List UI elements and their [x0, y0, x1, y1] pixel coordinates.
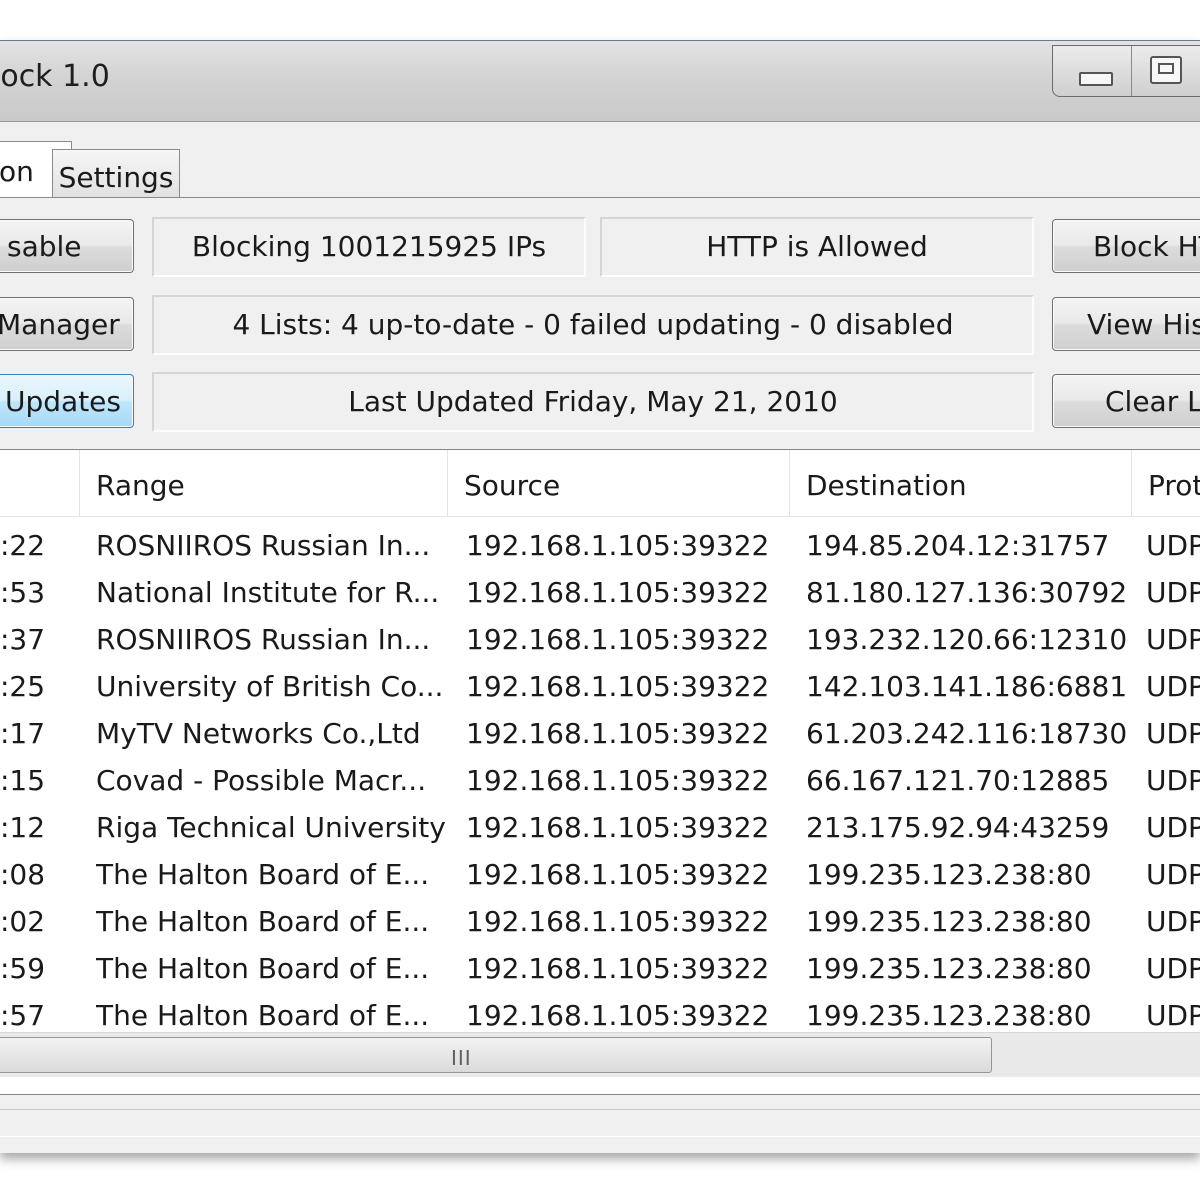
- table-row[interactable]: :02 The Halton Board of E... 192.168.1.1…: [0, 898, 1200, 945]
- destination-cell: 193.232.120.66:12310: [806, 623, 1128, 656]
- time-cell: :02: [0, 905, 46, 938]
- table-row[interactable]: :17 MyTV Networks Co.,Ltd 192.168.1.105:…: [0, 710, 1200, 757]
- destination-cell: 61.203.242.116:18730: [806, 717, 1128, 750]
- window-title: lock 1.0: [0, 59, 110, 94]
- scrollbar-thumb[interactable]: III: [0, 1037, 992, 1073]
- view-history-button[interactable]: View History: [1052, 297, 1200, 351]
- range-cell: MyTV Networks Co.,Ltd: [96, 717, 421, 750]
- column-header-destination[interactable]: Destination: [790, 450, 1132, 516]
- protocol-cell: UDP: [1146, 670, 1200, 703]
- column-header-range[interactable]: Range: [80, 450, 448, 516]
- protocol-cell: UDP: [1146, 529, 1200, 562]
- title-bar[interactable]: lock 1.0: [0, 41, 1200, 122]
- source-cell: 192.168.1.105:39322: [466, 811, 770, 844]
- range-cell: The Halton Board of E...: [96, 905, 430, 938]
- protocol-cell: UDP: [1146, 952, 1200, 985]
- protocol-cell: UDP: [1146, 764, 1200, 797]
- protocol-cell: UDP: [1146, 576, 1200, 609]
- clear-log-button[interactable]: Clear Log: [1052, 374, 1200, 428]
- source-cell: 192.168.1.105:39322: [466, 529, 770, 562]
- tab-panel-border: [0, 197, 1200, 198]
- range-cell: University of British Co...: [96, 670, 444, 703]
- table-row[interactable]: :08 The Halton Board of E... 192.168.1.1…: [0, 851, 1200, 898]
- block-http-button[interactable]: Block HTTP: [1052, 219, 1200, 273]
- lists-status: 4 Lists: 4 up-to-date - 0 failed updatin…: [152, 295, 1034, 355]
- source-cell: 192.168.1.105:39322: [466, 623, 770, 656]
- range-cell: The Halton Board of E...: [96, 858, 430, 891]
- range-cell: National Institute for R...: [96, 576, 440, 609]
- range-cell: ROSNIIROS Russian In...: [96, 623, 431, 656]
- table-row[interactable]: :53 National Institute for R... 192.168.…: [0, 569, 1200, 616]
- time-cell: :22: [0, 529, 46, 562]
- source-cell: 192.168.1.105:39322: [466, 576, 770, 609]
- destination-cell: 199.235.123.238:80: [806, 858, 1092, 891]
- tab-strip: on Settings: [0, 141, 1200, 198]
- disable-button[interactable]: sable: [0, 219, 134, 273]
- tab-settings[interactable]: Settings: [52, 149, 180, 198]
- destination-cell: 142.103.141.186:6881: [806, 670, 1128, 703]
- time-cell: :59: [0, 952, 46, 985]
- range-cell: ROSNIIROS Russian In...: [96, 529, 431, 562]
- check-updates-button[interactable]: Updates: [0, 374, 134, 428]
- maximize-button[interactable]: [1132, 46, 1200, 96]
- time-cell: :17: [0, 717, 46, 750]
- source-cell: 192.168.1.105:39322: [466, 670, 770, 703]
- maximize-icon: [1150, 56, 1182, 84]
- scrollbar-grip-icon: III: [451, 1046, 472, 1070]
- destination-cell: 199.235.123.238:80: [806, 952, 1092, 985]
- table-row[interactable]: :12 Riga Technical University 192.168.1.…: [0, 804, 1200, 851]
- destination-cell: 199.235.123.238:80: [806, 905, 1092, 938]
- range-cell: Covad - Possible Macr...: [96, 764, 427, 797]
- blocked-connections-list[interactable]: Range Source Destination Proto :22 ROSNI…: [0, 449, 1200, 1095]
- table-row[interactable]: :22 ROSNIIROS Russian In... 192.168.1.10…: [0, 522, 1200, 569]
- last-updated-status: Last Updated Friday, May 21, 2010: [152, 372, 1034, 432]
- list-rows: :22 ROSNIIROS Russian In... 192.168.1.10…: [0, 522, 1200, 1039]
- table-row[interactable]: :37 ROSNIIROS Russian In... 192.168.1.10…: [0, 616, 1200, 663]
- protocol-cell: UDP: [1146, 811, 1200, 844]
- horizontal-scrollbar[interactable]: III: [0, 1032, 1200, 1077]
- column-header-time[interactable]: [0, 450, 80, 516]
- http-status: HTTP is Allowed: [600, 217, 1034, 277]
- window-controls: [1052, 45, 1200, 97]
- minimize-button[interactable]: [1053, 46, 1132, 96]
- time-cell: :53: [0, 576, 46, 609]
- protocol-cell: UDP: [1146, 623, 1200, 656]
- time-cell: :08: [0, 858, 46, 891]
- table-row[interactable]: :15 Covad - Possible Macr... 192.168.1.1…: [0, 757, 1200, 804]
- time-cell: :12: [0, 811, 46, 844]
- destination-cell: 81.180.127.136:30792: [806, 576, 1128, 609]
- source-cell: 192.168.1.105:39322: [466, 905, 770, 938]
- destination-cell: 66.167.121.70:12885: [806, 764, 1110, 797]
- range-cell: Riga Technical University: [96, 811, 446, 844]
- table-row[interactable]: :25 University of British Co... 192.168.…: [0, 663, 1200, 710]
- source-cell: 192.168.1.105:39322: [466, 764, 770, 797]
- source-cell: 192.168.1.105:39322: [466, 858, 770, 891]
- protocol-cell: UDP: [1146, 858, 1200, 891]
- source-cell: 192.168.1.105:39322: [466, 717, 770, 750]
- blocking-count-status: Blocking 1001215925 IPs: [152, 217, 586, 277]
- list-header: Range Source Destination Proto: [0, 450, 1200, 517]
- destination-cell: 213.175.92.94:43259: [806, 811, 1110, 844]
- time-cell: :15: [0, 764, 46, 797]
- status-bar: [0, 1109, 1200, 1137]
- source-cell: 192.168.1.105:39322: [466, 952, 770, 985]
- time-cell: :25: [0, 670, 46, 703]
- destination-cell: 194.85.204.12:31757: [806, 529, 1110, 562]
- column-header-protocol[interactable]: Proto: [1132, 450, 1200, 516]
- minimize-icon: [1079, 72, 1113, 86]
- protocol-cell: UDP: [1146, 717, 1200, 750]
- protocol-cell: UDP: [1146, 905, 1200, 938]
- time-cell: :37: [0, 623, 46, 656]
- table-row[interactable]: :59 The Halton Board of E... 192.168.1.1…: [0, 945, 1200, 992]
- column-header-source[interactable]: Source: [448, 450, 790, 516]
- range-cell: The Halton Board of E...: [96, 952, 430, 985]
- app-window: lock 1.0 on Settings sable Blocking 1001…: [0, 40, 1200, 1153]
- list-manager-button[interactable]: Manager: [0, 297, 134, 351]
